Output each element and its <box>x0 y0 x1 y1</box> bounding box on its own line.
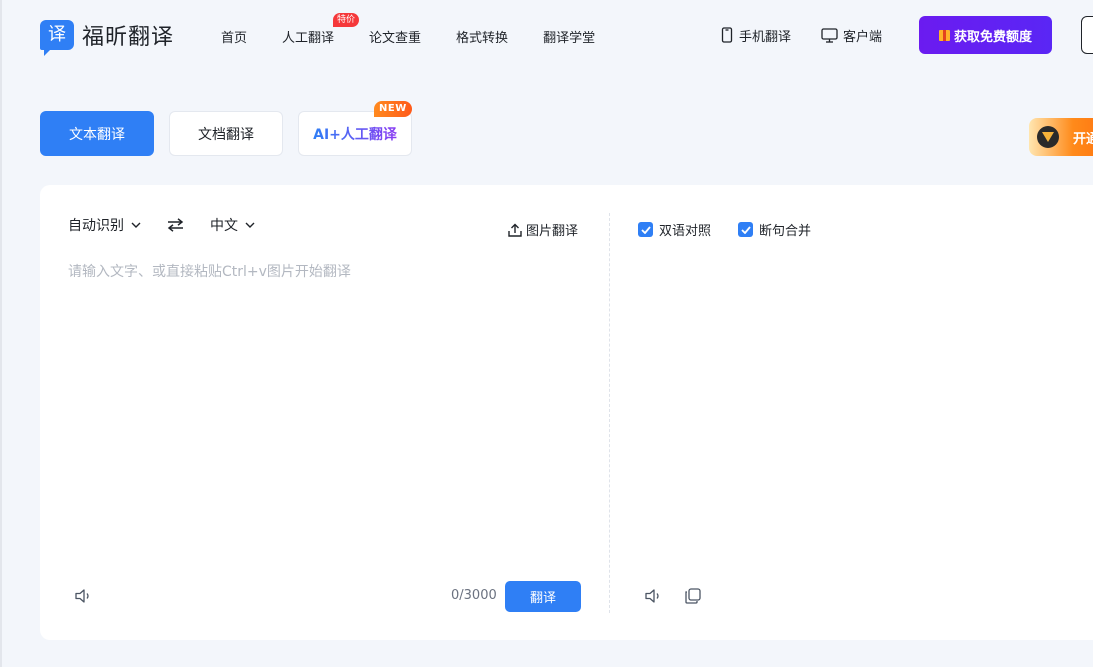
special-offer-badge: 特价 <box>333 13 360 27</box>
nav-translation-school-label: 翻译学堂 <box>543 31 596 46</box>
top-header: 译 福昕翻译 首页 人工翻译 特价 论文查重 格式转换 翻译学堂 手机翻译 客户… <box>0 0 1093 70</box>
get-free-quota-label: 获取免费额度 <box>954 29 1033 45</box>
nav-format-convert-label: 格式转换 <box>456 31 509 46</box>
copy-translation-button[interactable] <box>684 587 702 609</box>
login-button[interactable] <box>1081 16 1093 54</box>
source-language-select[interactable]: 自动识别 <box>68 215 141 235</box>
gift-icon <box>939 29 951 41</box>
sentence-merge-label: 断句合并 <box>759 224 812 239</box>
logo-text: 福昕翻译 <box>82 25 175 50</box>
translate-button-label: 翻译 <box>529 591 556 606</box>
nav-plagiarism-check-label: 论文查重 <box>369 31 422 46</box>
image-translate-button[interactable]: 图片翻译 <box>508 220 578 239</box>
nav-plagiarism-check[interactable]: 论文查重 <box>369 27 421 46</box>
vip-diamond-icon <box>1037 126 1059 148</box>
bilingual-compare-label: 双语对照 <box>659 224 712 239</box>
get-free-quota-button[interactable]: 获取免费额度 <box>919 16 1053 54</box>
desktop-client-label: 客户端 <box>843 29 883 45</box>
tab-ai-human-translation-label: AI+人工翻译 <box>313 124 397 144</box>
nav-human-translation[interactable]: 人工翻译 特价 <box>282 13 360 46</box>
chevron-down-icon <box>131 222 141 228</box>
mobile-translate-label: 手机翻译 <box>739 29 792 45</box>
chevron-down-icon <box>245 222 255 228</box>
upload-icon <box>508 223 522 237</box>
source-speaker-button[interactable] <box>74 587 92 609</box>
checkbox-checked[interactable] <box>738 222 754 237</box>
source-language-label: 自动识别 <box>68 218 124 234</box>
speaker-icon <box>75 589 89 603</box>
copy-icon <box>685 588 701 604</box>
membership-promo[interactable]: 开通 <box>1029 118 1093 156</box>
swap-languages-button[interactable] <box>167 218 184 232</box>
char-counter: 0/3000 <box>451 588 497 603</box>
mobile-translate-link[interactable]: 手机翻译 <box>720 26 791 45</box>
check-icon <box>640 225 651 234</box>
nav-format-convert[interactable]: 格式转换 <box>456 27 508 46</box>
panel-divider <box>609 213 610 613</box>
tab-text-translation-label: 文本翻译 <box>69 126 125 143</box>
logo[interactable]: 译 福昕翻译 <box>40 19 175 56</box>
phone-icon <box>721 27 733 43</box>
desktop-client-link[interactable]: 客户端 <box>821 26 882 45</box>
swap-arrows-icon <box>167 218 184 232</box>
logo-icon: 译 <box>40 20 74 56</box>
promo-label: 开通 <box>1073 131 1093 147</box>
nav-human-translation-label: 人工翻译 <box>282 31 335 46</box>
image-translate-label: 图片翻译 <box>526 224 579 239</box>
nav-home[interactable]: 首页 <box>221 27 247 46</box>
bilingual-compare-toggle[interactable]: 双语对照 <box>638 220 711 239</box>
main-nav: 首页 人工翻译 特价 论文查重 格式转换 翻译学堂 <box>221 13 630 46</box>
monitor-icon <box>821 27 838 43</box>
nav-translation-school[interactable]: 翻译学堂 <box>543 27 595 46</box>
target-options: 双语对照 断句合并 <box>638 220 838 239</box>
speaker-icon <box>645 589 659 603</box>
window-edge <box>0 0 2 667</box>
target-language-label: 中文 <box>210 218 238 234</box>
target-speaker-button[interactable] <box>644 587 662 609</box>
sentence-merge-toggle[interactable]: 断句合并 <box>738 220 811 239</box>
nav-home-label: 首页 <box>221 31 248 46</box>
tab-document-translation[interactable]: 文档翻译 <box>169 111 283 156</box>
tab-document-translation-label: 文档翻译 <box>198 126 254 143</box>
tab-ai-human-translation[interactable]: AI+人工翻译 NEW <box>298 101 412 156</box>
header-actions: 手机翻译 客户端 获取免费额度 <box>720 16 1053 54</box>
check-icon <box>740 225 751 234</box>
tab-text-translation[interactable]: 文本翻译 <box>40 111 154 156</box>
translation-panel: 自动识别 中文 图片翻译 0/3000 翻译 双语对照 <box>40 185 1093 640</box>
language-bar: 自动识别 中文 <box>68 215 255 235</box>
translate-button[interactable]: 翻译 <box>505 581 581 612</box>
new-badge: NEW <box>374 101 412 117</box>
source-text-input[interactable] <box>68 261 578 551</box>
target-language-select[interactable]: 中文 <box>210 215 255 235</box>
checkbox-checked[interactable] <box>638 222 653 237</box>
